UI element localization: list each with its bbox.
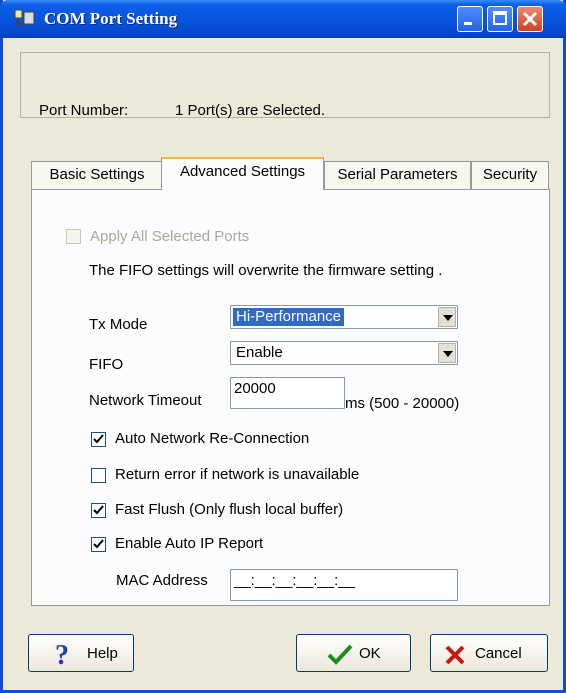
auto-ip-report-label: Enable Auto IP Report	[115, 535, 264, 552]
svg-text:?: ?	[55, 641, 69, 667]
close-button[interactable]	[517, 6, 543, 32]
fast-flush-label: Fast Flush (Only flush local buffer)	[115, 501, 344, 518]
close-icon	[522, 11, 538, 27]
checkmark-icon	[93, 434, 104, 444]
auto-ip-report-checkbox[interactable]	[91, 537, 106, 552]
network-timeout-input[interactable]: 20000	[230, 377, 345, 409]
help-label: Help	[87, 645, 118, 662]
checkmark-icon	[93, 505, 104, 515]
fifo-value: Enable	[236, 344, 283, 361]
checkmark-icon	[327, 643, 353, 669]
x-icon	[445, 645, 465, 669]
auto-reconnect-label: Auto Network Re-Connection	[115, 430, 310, 447]
network-timeout-range: ms (500 - 20000)	[345, 395, 460, 412]
fifo-label: FIFO	[89, 356, 124, 373]
ok-button[interactable]: OK	[296, 634, 411, 672]
chevron-down-icon[interactable]	[438, 343, 456, 363]
window-title: COM Port Setting	[44, 9, 178, 28]
checkmark-icon	[93, 539, 104, 549]
fifo-select[interactable]: Enable	[230, 341, 458, 365]
fast-flush-checkbox[interactable]	[91, 503, 106, 518]
network-timeout-label: Network Timeout	[89, 392, 202, 409]
cancel-label: Cancel	[475, 645, 522, 662]
com-port-icon	[14, 9, 36, 29]
minimize-icon	[464, 22, 472, 25]
com-port-setting-window: COM Port Setting Port Number: 1 Port(s) …	[0, 0, 566, 693]
cancel-button[interactable]: Cancel	[430, 634, 548, 672]
port-number-value: 1 Port(s) are Selected.	[175, 102, 326, 119]
auto-reconnect-checkbox[interactable]	[91, 432, 106, 447]
return-error-label: Return error if network is unavailable	[115, 466, 360, 483]
tab-security[interactable]: Security	[471, 161, 549, 189]
port-number-label: Port Number:	[39, 102, 129, 119]
fifo-note: The FIFO settings will overwrite the fir…	[89, 262, 443, 279]
return-error-checkbox[interactable]	[91, 468, 106, 483]
chevron-down-icon[interactable]	[438, 307, 456, 327]
mac-address-input[interactable]: __:__:__:__:__:__	[230, 569, 458, 601]
minimize-button[interactable]	[457, 6, 483, 32]
tx-mode-select[interactable]: Hi-Performance	[230, 305, 458, 329]
apply-all-checkbox[interactable]	[66, 229, 81, 244]
mac-address-label: MAC Address	[116, 572, 208, 589]
title-bar[interactable]: COM Port Setting	[0, 0, 566, 38]
apply-all-label: Apply All Selected Ports	[90, 228, 250, 245]
tx-mode-value: Hi-Performance	[233, 308, 345, 326]
maximize-icon	[493, 11, 507, 25]
question-mark-icon: ?	[53, 640, 75, 671]
maximize-button[interactable]	[487, 6, 513, 32]
help-button[interactable]: ? Help	[28, 634, 134, 672]
tab-basic-settings[interactable]: Basic Settings	[31, 161, 163, 189]
ok-label: OK	[359, 645, 381, 662]
tab-advanced-settings[interactable]: Advanced Settings	[161, 157, 324, 190]
tab-serial-parameters[interactable]: Serial Parameters	[324, 161, 471, 189]
tx-mode-label: Tx Mode	[89, 316, 148, 333]
